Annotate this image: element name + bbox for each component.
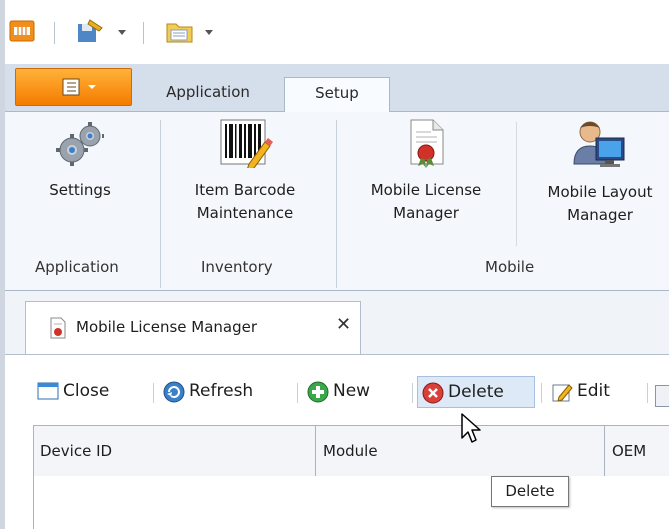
new-button[interactable]: New: [303, 376, 403, 406]
group-label-application: Application: [35, 258, 119, 276]
tab-setup[interactable]: Setup: [284, 77, 390, 113]
close-window-icon: [37, 381, 59, 411]
folder-icon[interactable]: [165, 18, 195, 48]
qat-separator: [54, 22, 55, 44]
mobile-license-label-line2: Manager: [393, 204, 459, 222]
command-toolbar: Close Refresh New Delete Edit: [5, 355, 669, 425]
toolbar-separator: [153, 383, 154, 403]
item-barcode-maintenance-button[interactable]: Item Barcode Maintenance: [167, 118, 323, 225]
user-monitor-icon: [522, 118, 669, 177]
mobile-layout-manager-button[interactable]: Mobile Layout Manager: [522, 118, 669, 227]
mobile-license-manager-button[interactable]: Mobile License Manager: [343, 118, 509, 225]
grid-body[interactable]: [33, 476, 669, 529]
button-separator: [516, 122, 517, 246]
delete-tooltip: Delete: [491, 476, 569, 507]
mobile-layout-label-line2: Manager: [567, 206, 633, 224]
application-menu-button[interactable]: [15, 68, 132, 106]
tab-application[interactable]: Application: [145, 77, 271, 111]
document-tab-strip: Mobile License Manager ✕: [5, 291, 669, 355]
settings-label: Settings: [49, 181, 111, 199]
column-header-device-id[interactable]: Device ID: [40, 426, 112, 476]
app-orange-icon[interactable]: [9, 18, 35, 48]
item-barcode-label-line1: Item Barcode: [194, 181, 296, 199]
refresh-label: Refresh: [189, 381, 254, 401]
column-divider[interactable]: [604, 426, 605, 476]
column-divider[interactable]: [315, 426, 316, 476]
document-tab-title: Mobile License Manager: [76, 318, 258, 336]
chevron-down-icon[interactable]: [118, 30, 126, 35]
ribbon-tab-bar: Application Setup: [5, 64, 669, 113]
menu-icon: [62, 78, 84, 100]
refresh-button[interactable]: Refresh: [159, 376, 287, 406]
edit-icon: [551, 381, 573, 413]
edit-button[interactable]: Edit: [547, 376, 637, 406]
close-tab-icon[interactable]: ✕: [336, 314, 351, 335]
toolbar-separator: [647, 383, 648, 403]
mobile-license-label-line1: Mobile License: [370, 181, 482, 199]
toolbar-separator: [412, 383, 413, 403]
quick-access-toolbar: [5, 0, 669, 64]
mobile-layout-label: Mobile Layout Manager: [522, 181, 669, 227]
delete-button[interactable]: Delete: [417, 376, 535, 408]
barcode-icon: [167, 118, 323, 175]
delete-label: Delete: [448, 382, 504, 402]
group-separator: [160, 120, 161, 288]
save-layout-icon[interactable]: [76, 18, 104, 48]
group-label-inventory: Inventory: [201, 258, 273, 276]
group-separator: [336, 120, 337, 288]
chevron-down-icon[interactable]: [205, 30, 213, 35]
edit-label: Edit: [577, 381, 610, 401]
license-certificate-icon: [343, 118, 509, 175]
item-barcode-label: Item Barcode Maintenance: [167, 179, 323, 225]
grid-header: Device ID Module OEM: [33, 425, 669, 477]
chevron-down-icon: [88, 85, 96, 89]
ribbon-panel: Settings Item Barcode Maintenance Mobile…: [5, 112, 669, 291]
toolbar-separator: [541, 383, 542, 403]
refresh-icon: [163, 381, 185, 413]
group-label-mobile: Mobile: [485, 258, 535, 276]
settings-button[interactable]: Settings: [5, 118, 155, 202]
mouse-cursor-icon: [460, 412, 484, 450]
column-header-oem[interactable]: OEM: [612, 426, 646, 476]
item-barcode-label-line2: Maintenance: [196, 204, 294, 222]
toolbar-separator: [297, 383, 298, 403]
new-label: New: [333, 381, 371, 401]
mobile-license-label: Mobile License Manager: [343, 179, 509, 225]
column-header-module[interactable]: Module: [323, 426, 378, 476]
qat-separator: [143, 22, 144, 44]
mobile-layout-label-line1: Mobile Layout: [547, 183, 653, 201]
delete-icon: [422, 382, 444, 414]
close-button[interactable]: Close: [33, 376, 143, 406]
document-tab-mobile-license-manager[interactable]: Mobile License Manager ✕: [25, 301, 361, 354]
add-icon: [307, 381, 329, 413]
overflow-item-icon[interactable]: [655, 385, 669, 407]
close-label: Close: [63, 381, 110, 401]
gears-icon: [5, 118, 155, 175]
license-certificate-icon: [48, 317, 68, 343]
